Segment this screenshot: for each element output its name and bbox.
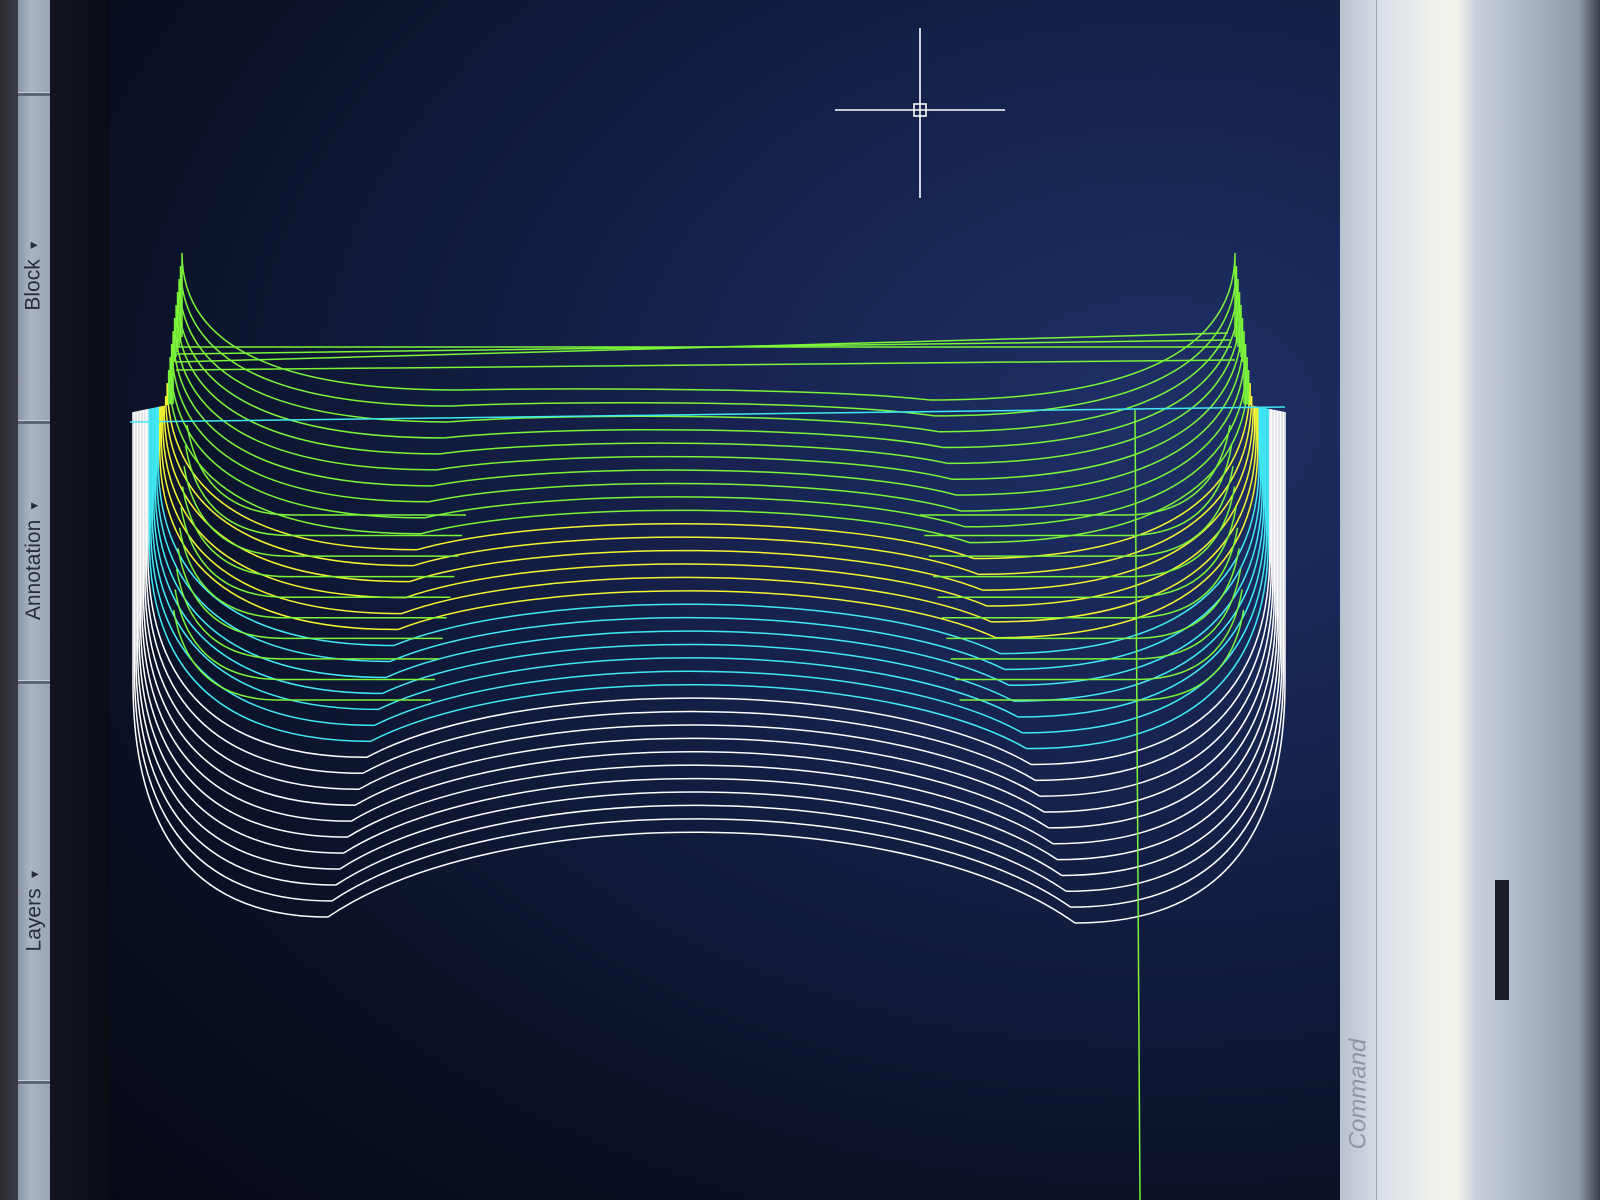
profile-left-wall xyxy=(169,356,425,519)
profile-right-shelf xyxy=(937,507,1237,598)
vertical-guide-line xyxy=(1134,409,1141,1200)
profile-arch xyxy=(354,737,1045,813)
command-line-label: Command xyxy=(1344,1038,1371,1150)
profile-right-wall xyxy=(1053,410,1279,845)
drawing-canvas[interactable] xyxy=(110,0,1340,1200)
crosshair-cursor-icon[interactable] xyxy=(835,28,1005,198)
profile-right-wall xyxy=(956,330,1245,496)
profile-right-wall xyxy=(1031,408,1271,766)
viewport-margin xyxy=(50,0,110,1200)
profile-arch xyxy=(409,549,984,591)
profile-arch xyxy=(378,657,1019,718)
profile-left-wall xyxy=(166,382,418,551)
profile-arch xyxy=(432,469,957,496)
top-boundary-line xyxy=(175,359,1236,371)
profile-left-shelf xyxy=(177,548,443,640)
monitor-edge xyxy=(1495,880,1509,1000)
profile-curves xyxy=(129,252,1286,924)
profile-arch xyxy=(452,401,935,417)
ribbon-panel-layers[interactable]: Layers ▼ xyxy=(18,820,50,1000)
profile-left-wall xyxy=(173,317,437,471)
ribbon-panel-annotation-label: Annotation xyxy=(22,519,45,621)
profile-left-wall xyxy=(133,411,332,902)
command-window-area xyxy=(1340,0,1600,1200)
ribbon-panel-block-label: Block xyxy=(22,259,45,311)
profile-arch xyxy=(455,388,931,401)
chevron-down-icon[interactable]: ▼ xyxy=(27,239,41,251)
profile-arch xyxy=(358,724,1041,797)
profile-arch xyxy=(381,643,1014,702)
ribbon-separator xyxy=(18,92,50,96)
profile-right-wall xyxy=(982,405,1254,591)
profile-arch xyxy=(405,563,988,607)
profile-arch xyxy=(440,442,948,465)
profile-arch xyxy=(401,576,992,623)
profile-arch xyxy=(339,791,1063,877)
profile-arch xyxy=(327,831,1076,924)
profile-left-shelf xyxy=(174,589,435,681)
ribbon-panel-bar: Block ▼ Annotation ▼ Layers ▼ xyxy=(18,0,51,1200)
profile-right-wall xyxy=(943,291,1241,449)
reference-line xyxy=(129,406,1286,423)
profile-left-wall xyxy=(147,408,367,759)
profile-right-wall xyxy=(1044,409,1276,813)
profile-left-shelf xyxy=(181,486,455,578)
drawing-svg[interactable] xyxy=(110,0,1340,1200)
ribbon-panel-annotation[interactable]: Annotation ▼ xyxy=(18,450,50,670)
chevron-down-icon[interactable]: ▼ xyxy=(27,500,41,512)
profile-left-wall xyxy=(154,407,387,679)
ribbon-separator xyxy=(18,1080,50,1084)
ribbon-separator xyxy=(18,420,50,424)
ribbon-panel-block[interactable]: Block ▼ xyxy=(18,160,50,390)
profile-arch xyxy=(444,428,944,449)
profile-right-shelf xyxy=(946,548,1240,640)
profile-arch xyxy=(417,523,975,560)
profile-arch xyxy=(424,496,966,528)
profile-arch xyxy=(413,536,979,576)
profile-right-wall xyxy=(969,369,1250,544)
profile-left-wall xyxy=(179,265,453,407)
command-line-strip[interactable] xyxy=(1340,0,1377,1200)
profile-arch xyxy=(350,751,1050,829)
chevron-down-icon[interactable]: ▼ xyxy=(27,869,41,881)
profile-right-wall xyxy=(1022,408,1268,734)
profile-right-shelf xyxy=(959,609,1245,701)
profile-right-shelf xyxy=(924,445,1233,537)
ribbon-panel-layers-label: Layers xyxy=(22,888,46,952)
ribbon-separator xyxy=(18,680,50,684)
monitor-bezel xyxy=(0,0,18,1200)
